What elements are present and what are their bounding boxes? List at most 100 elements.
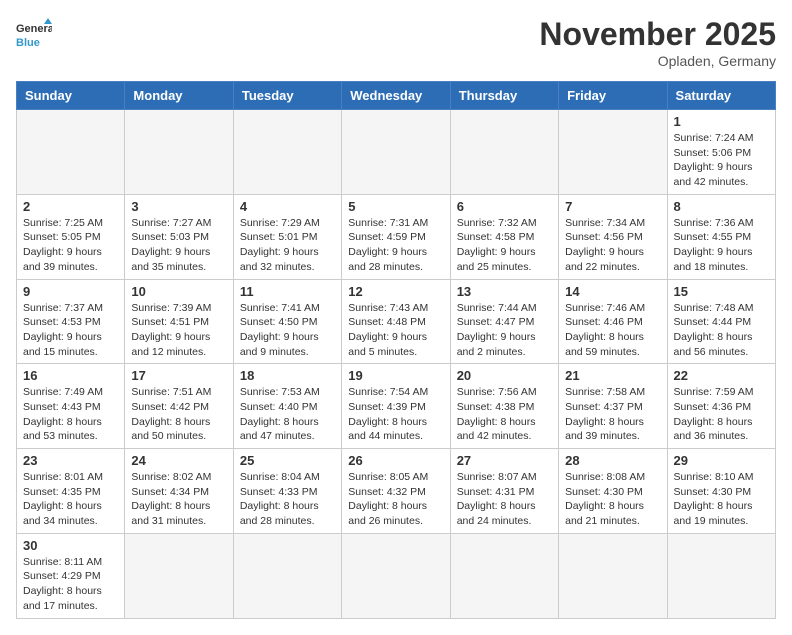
day-info: Sunrise: 7:27 AM Sunset: 5:03 PM Dayligh…: [131, 216, 226, 275]
header-sunday: Sunday: [17, 82, 125, 110]
day-info: Sunrise: 7:24 AM Sunset: 5:06 PM Dayligh…: [674, 131, 769, 190]
header-thursday: Thursday: [450, 82, 558, 110]
calendar-cell: 20 Sunrise: 7:56 AM Sunset: 4:38 PM Dayli…: [450, 364, 558, 449]
calendar-cell: 22 Sunrise: 7:59 AM Sunset: 4:36 PM Dayli…: [667, 364, 775, 449]
day-info: Sunrise: 8:08 AM Sunset: 4:30 PM Dayligh…: [565, 470, 660, 529]
calendar-cell: 28 Sunrise: 8:08 AM Sunset: 4:30 PM Dayli…: [559, 449, 667, 534]
svg-text:General: General: [16, 23, 52, 35]
calendar-cell: [450, 533, 558, 618]
day-info: Sunrise: 7:31 AM Sunset: 4:59 PM Dayligh…: [348, 216, 443, 275]
calendar-cell: 15 Sunrise: 7:48 AM Sunset: 4:44 PM Dayli…: [667, 279, 775, 364]
calendar-cell: 3 Sunrise: 7:27 AM Sunset: 5:03 PM Daylig…: [125, 194, 233, 279]
day-number: 21: [565, 368, 660, 383]
calendar-cell: 26 Sunrise: 8:05 AM Sunset: 4:32 PM Dayli…: [342, 449, 450, 534]
day-info: Sunrise: 7:34 AM Sunset: 4:56 PM Dayligh…: [565, 216, 660, 275]
day-info: Sunrise: 8:02 AM Sunset: 4:34 PM Dayligh…: [131, 470, 226, 529]
day-number: 18: [240, 368, 335, 383]
day-info: Sunrise: 7:41 AM Sunset: 4:50 PM Dayligh…: [240, 301, 335, 360]
day-number: 2: [23, 199, 118, 214]
calendar-cell: 7 Sunrise: 7:34 AM Sunset: 4:56 PM Daylig…: [559, 194, 667, 279]
calendar-cell: [233, 110, 341, 195]
day-info: Sunrise: 8:10 AM Sunset: 4:30 PM Dayligh…: [674, 470, 769, 529]
header-saturday: Saturday: [667, 82, 775, 110]
day-info: Sunrise: 7:43 AM Sunset: 4:48 PM Dayligh…: [348, 301, 443, 360]
day-number: 29: [674, 453, 769, 468]
day-info: Sunrise: 7:29 AM Sunset: 5:01 PM Dayligh…: [240, 216, 335, 275]
day-info: Sunrise: 7:49 AM Sunset: 4:43 PM Dayligh…: [23, 385, 118, 444]
day-number: 24: [131, 453, 226, 468]
day-info: Sunrise: 7:48 AM Sunset: 4:44 PM Dayligh…: [674, 301, 769, 360]
day-number: 11: [240, 284, 335, 299]
day-info: Sunrise: 7:54 AM Sunset: 4:39 PM Dayligh…: [348, 385, 443, 444]
day-number: 5: [348, 199, 443, 214]
day-number: 9: [23, 284, 118, 299]
day-number: 12: [348, 284, 443, 299]
calendar-cell: 9 Sunrise: 7:37 AM Sunset: 4:53 PM Daylig…: [17, 279, 125, 364]
calendar-cell: 4 Sunrise: 7:29 AM Sunset: 5:01 PM Daylig…: [233, 194, 341, 279]
logo: General Blue: [16, 16, 52, 52]
location: Opladen, Germany: [539, 53, 776, 69]
calendar-cell: 19Sunrise: 7:54 AM Sunset: 4:39 PM Dayli…: [342, 364, 450, 449]
calendar-cell: 8Sunrise: 7:36 AM Sunset: 4:55 PM Daylig…: [667, 194, 775, 279]
week-row-2: 2Sunrise: 7:25 AM Sunset: 5:05 PM Daylig…: [17, 194, 776, 279]
header-tuesday: Tuesday: [233, 82, 341, 110]
day-number: 26: [348, 453, 443, 468]
day-info: Sunrise: 7:37 AM Sunset: 4:53 PM Dayligh…: [23, 301, 118, 360]
day-info: Sunrise: 8:07 AM Sunset: 4:31 PM Dayligh…: [457, 470, 552, 529]
header-friday: Friday: [559, 82, 667, 110]
day-info: Sunrise: 7:51 AM Sunset: 4:42 PM Dayligh…: [131, 385, 226, 444]
svg-text:Blue: Blue: [16, 37, 40, 49]
calendar-cell: 5 Sunrise: 7:31 AM Sunset: 4:59 PM Daylig…: [342, 194, 450, 279]
day-info: Sunrise: 7:44 AM Sunset: 4:47 PM Dayligh…: [457, 301, 552, 360]
day-number: 14: [565, 284, 660, 299]
calendar-cell: 1 Sunrise: 7:24 AM Sunset: 5:06 PM Daylig…: [667, 110, 775, 195]
day-info: Sunrise: 7:56 AM Sunset: 4:38 PM Dayligh…: [457, 385, 552, 444]
week-row-1: 1 Sunrise: 7:24 AM Sunset: 5:06 PM Daylig…: [17, 110, 776, 195]
calendar: Sunday Monday Tuesday Wednesday Thursday…: [16, 81, 776, 619]
calendar-cell: 6 Sunrise: 7:32 AM Sunset: 4:58 PM Daylig…: [450, 194, 558, 279]
day-info: Sunrise: 7:39 AM Sunset: 4:51 PM Dayligh…: [131, 301, 226, 360]
calendar-cell: 23 Sunrise: 8:01 AM Sunset: 4:35 PM Dayli…: [17, 449, 125, 534]
day-info: Sunrise: 7:36 AM Sunset: 4:55 PM Dayligh…: [674, 216, 769, 275]
day-number: 4: [240, 199, 335, 214]
title-area: November 2025 Opladen, Germany: [539, 16, 776, 69]
calendar-cell: 10Sunrise: 7:39 AM Sunset: 4:51 PM Dayli…: [125, 279, 233, 364]
week-row-6: 30Sunrise: 8:11 AM Sunset: 4:29 PM Dayli…: [17, 533, 776, 618]
day-info: Sunrise: 8:05 AM Sunset: 4:32 PM Dayligh…: [348, 470, 443, 529]
day-info: Sunrise: 7:53 AM Sunset: 4:40 PM Dayligh…: [240, 385, 335, 444]
calendar-cell: [667, 533, 775, 618]
day-number: 28: [565, 453, 660, 468]
week-row-4: 16Sunrise: 7:49 AM Sunset: 4:43 PM Dayli…: [17, 364, 776, 449]
day-number: 15: [674, 284, 769, 299]
week-row-5: 23 Sunrise: 8:01 AM Sunset: 4:35 PM Dayli…: [17, 449, 776, 534]
calendar-cell: 12 Sunrise: 7:43 AM Sunset: 4:48 PM Dayli…: [342, 279, 450, 364]
day-number: 23: [23, 453, 118, 468]
day-info: Sunrise: 7:58 AM Sunset: 4:37 PM Dayligh…: [565, 385, 660, 444]
day-number: 1: [674, 114, 769, 129]
day-info: Sunrise: 7:32 AM Sunset: 4:58 PM Dayligh…: [457, 216, 552, 275]
week-row-3: 9 Sunrise: 7:37 AM Sunset: 4:53 PM Daylig…: [17, 279, 776, 364]
day-number: 27: [457, 453, 552, 468]
calendar-header-row: Sunday Monday Tuesday Wednesday Thursday…: [17, 82, 776, 110]
calendar-cell: 27 Sunrise: 8:07 AM Sunset: 4:31 PM Dayli…: [450, 449, 558, 534]
month-title: November 2025: [539, 16, 776, 53]
header-monday: Monday: [125, 82, 233, 110]
day-info: Sunrise: 7:59 AM Sunset: 4:36 PM Dayligh…: [674, 385, 769, 444]
header-wednesday: Wednesday: [342, 82, 450, 110]
day-number: 22: [674, 368, 769, 383]
calendar-cell: 17Sunrise: 7:51 AM Sunset: 4:42 PM Dayli…: [125, 364, 233, 449]
day-number: 6: [457, 199, 552, 214]
calendar-cell: 18 Sunrise: 7:53 AM Sunset: 4:40 PM Dayli…: [233, 364, 341, 449]
calendar-cell: 21 Sunrise: 7:58 AM Sunset: 4:37 PM Dayli…: [559, 364, 667, 449]
calendar-cell: [125, 110, 233, 195]
day-number: 3: [131, 199, 226, 214]
day-number: 7: [565, 199, 660, 214]
day-info: Sunrise: 8:01 AM Sunset: 4:35 PM Dayligh…: [23, 470, 118, 529]
calendar-cell: [342, 110, 450, 195]
day-number: 20: [457, 368, 552, 383]
day-info: Sunrise: 8:04 AM Sunset: 4:33 PM Dayligh…: [240, 470, 335, 529]
calendar-cell: [17, 110, 125, 195]
day-info: Sunrise: 7:46 AM Sunset: 4:46 PM Dayligh…: [565, 301, 660, 360]
calendar-cell: 13Sunrise: 7:44 AM Sunset: 4:47 PM Dayli…: [450, 279, 558, 364]
calendar-cell: 2Sunrise: 7:25 AM Sunset: 5:05 PM Daylig…: [17, 194, 125, 279]
